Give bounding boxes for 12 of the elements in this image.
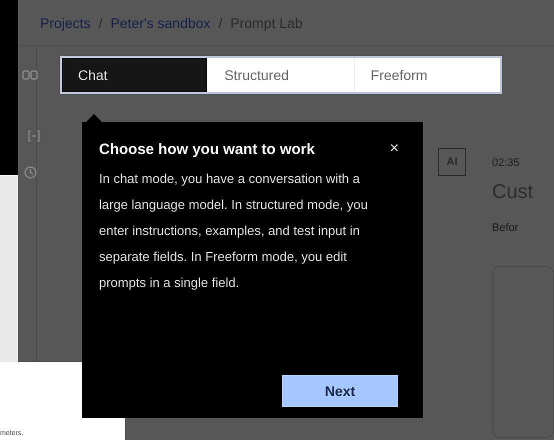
popover-text: In chat mode, you have a conversation with a large language model. In structured mode, you enter instructions, examples, and test input in separate fields. In Freeform mode, you edit prompts in a single field. [99,170,369,292]
message-time: 02:35 [492,157,521,169]
breadcrumb-separator: / [98,14,102,30]
breadcrumb-separator: / [218,14,222,30]
mode-tab[interactable]: Chat [62,58,208,92]
history-icon[interactable] [24,166,37,179]
chat-icon[interactable] [22,70,38,80]
next-button[interactable]: Next [282,375,398,407]
close-button[interactable]: × [388,140,401,158]
message-text: Befor [492,222,520,234]
brackets-icon[interactable] [28,130,40,142]
popover-title: Choose how you want to work [99,140,315,158]
